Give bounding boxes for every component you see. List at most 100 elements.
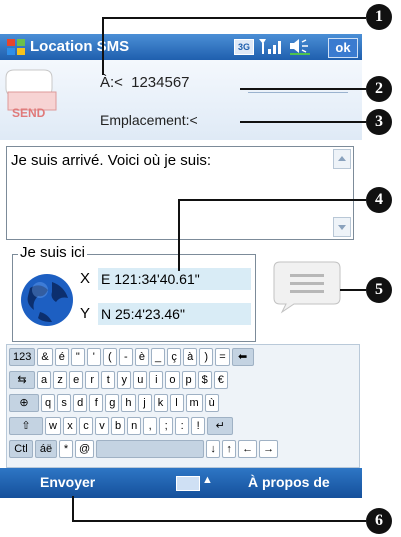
keyboard-key[interactable]: o <box>165 371 180 389</box>
message-bubble-button[interactable] <box>272 258 342 314</box>
ok-button[interactable]: ok <box>328 38 358 58</box>
callout-6-line <box>72 520 366 522</box>
keyboard-key[interactable]: k <box>153 394 168 412</box>
keyboard-key[interactable]: ç <box>167 348 182 366</box>
callout-4-line-vertical <box>178 199 180 271</box>
send-icon-label: SEND <box>12 106 46 120</box>
network-3g-badge: 3G <box>234 39 254 55</box>
about-softkey[interactable]: À propos de <box>248 474 330 490</box>
keyboard-key[interactable]: h <box>121 394 136 412</box>
globe-icon <box>21 274 73 326</box>
keyboard-key[interactable]: u <box>133 371 148 389</box>
keyboard-key-space[interactable] <box>96 440 205 458</box>
bottom-menu-bar: Envoyer ▲ À propos de <box>0 468 362 498</box>
keyboard-key[interactable]: m <box>185 394 203 412</box>
keyboard-key[interactable]: @ <box>75 440 95 458</box>
x-coordinate-field[interactable]: E 121:34'40.61" <box>98 268 251 290</box>
keyboard-key[interactable]: = <box>215 348 230 366</box>
keyboard-key[interactable]: ( <box>102 348 117 366</box>
keyboard-key[interactable]: d <box>73 394 88 412</box>
send-softkey[interactable]: Envoyer <box>40 474 95 490</box>
keyboard-key[interactable]: ù <box>204 394 219 412</box>
keyboard-key[interactable]: € <box>213 371 228 389</box>
keyboard-key[interactable]: p <box>181 371 196 389</box>
callout-marker-2: 2 <box>366 76 392 102</box>
keyboard-key[interactable]: s <box>57 394 72 412</box>
keyboard-key[interactable]: q <box>41 394 56 412</box>
keyboard-key[interactable]: ↑ <box>222 440 237 458</box>
keyboard-key[interactable]: é <box>54 348 69 366</box>
keyboard-key[interactable]: ↵ <box>207 417 234 435</box>
keyboard-key[interactable]: y <box>117 371 132 389</box>
keyboard-key[interactable]: , <box>143 417 158 435</box>
keyboard-key[interactable]: à <box>183 348 198 366</box>
keyboard-toggle-icon[interactable] <box>176 476 200 491</box>
keyboard-key[interactable]: ⇧ <box>9 417 43 435</box>
callout-marker-5: 5 <box>366 277 392 303</box>
keyboard-key[interactable]: $ <box>197 371 212 389</box>
location-group-label: Je suis ici <box>18 244 88 261</box>
keyboard-key[interactable]: z <box>53 371 68 389</box>
keyboard-key[interactable]: ' <box>86 348 101 366</box>
callout-marker-4: 4 <box>366 187 392 213</box>
keyboard-key[interactable]: è <box>134 348 149 366</box>
keyboard-key[interactable]: : <box>175 417 190 435</box>
keyboard-key[interactable]: - <box>118 348 133 366</box>
callout-1-line <box>102 17 366 19</box>
message-textbox[interactable]: Je suis arrivé. Voici où je suis: <box>6 146 354 240</box>
keyboard-key[interactable]: j <box>137 394 152 412</box>
to-divider <box>248 92 348 93</box>
keyboard-row-2: ⇆ a z e r t y u i o p $ € <box>9 371 228 389</box>
keyboard-key[interactable]: ) <box>199 348 214 366</box>
keyboard-key[interactable]: x <box>62 417 77 435</box>
keyboard-key[interactable]: ↓ <box>206 440 221 458</box>
scroll-down-arrow-icon <box>338 225 346 230</box>
keyboard-key[interactable]: w <box>45 417 61 435</box>
keyboard-key[interactable]: áë <box>35 440 57 458</box>
keyboard-key[interactable]: c <box>78 417 93 435</box>
keyboard-key[interactable]: " <box>70 348 85 366</box>
keyboard-row-1: 123 & é " '(- è _ ç à) = ⬅ <box>9 348 254 366</box>
keyboard-key[interactable]: l <box>169 394 184 412</box>
keyboard-key[interactable]: * <box>59 440 73 458</box>
keyboard-key[interactable]: Ctl <box>9 440 33 458</box>
signal-strength-icon[interactable] <box>258 37 284 55</box>
to-value: 1234567 <box>131 74 190 91</box>
keyboard-key[interactable]: _ <box>150 348 166 366</box>
callout-marker-6: 6 <box>366 508 392 534</box>
keyboard-key[interactable]: ← <box>238 440 258 458</box>
keyboard-key[interactable]: v <box>94 417 109 435</box>
keyboard-key[interactable]: ⊕ <box>9 394 39 412</box>
keyboard-key[interactable]: t <box>101 371 116 389</box>
location-field[interactable]: Emplacement:< <box>100 112 198 128</box>
scroll-up-button[interactable] <box>333 149 351 169</box>
to-field[interactable]: À:< 1234567 <box>100 74 190 91</box>
windows-start-icon[interactable] <box>6 37 26 57</box>
message-text: Je suis arrivé. Voici où je suis: <box>11 152 212 169</box>
scroll-down-button[interactable] <box>333 217 351 237</box>
keyboard-key[interactable]: r <box>85 371 100 389</box>
keyboard-row-5: Ctl áë * @ ↓ ↑ ← → <box>9 440 279 458</box>
y-coordinate-label: Y <box>80 305 91 322</box>
x-coordinate-label: X <box>80 270 91 287</box>
keyboard-key[interactable]: n <box>127 417 142 435</box>
keyboard-key[interactable]: a <box>37 371 52 389</box>
keyboard-key[interactable]: b <box>110 417 126 435</box>
keyboard-key[interactable]: ⇆ <box>9 371 35 389</box>
keyboard-key[interactable]: ; <box>159 417 174 435</box>
keyboard-key[interactable]: 123 <box>9 348 36 366</box>
keyboard-key[interactable]: ⬅ <box>231 348 254 366</box>
volume-icon[interactable] <box>288 37 312 55</box>
scroll-up-arrow-icon <box>338 156 346 161</box>
keyboard-key[interactable]: i <box>149 371 164 389</box>
keyboard-key[interactable]: & <box>37 348 53 366</box>
keyboard-key[interactable]: ! <box>191 417 206 435</box>
keyboard-key[interactable]: g <box>105 394 120 412</box>
callout-3-line <box>240 121 366 123</box>
y-coordinate-field[interactable]: N 25:4'23.46" <box>98 303 251 325</box>
keyboard-key[interactable]: f <box>89 394 104 412</box>
title-bar: Location SMS 3G ok <box>0 34 362 60</box>
keyboard-key[interactable]: e <box>69 371 84 389</box>
keyboard-key[interactable]: → <box>259 440 279 458</box>
input-menu-caret-icon[interactable]: ▲ <box>202 474 213 486</box>
